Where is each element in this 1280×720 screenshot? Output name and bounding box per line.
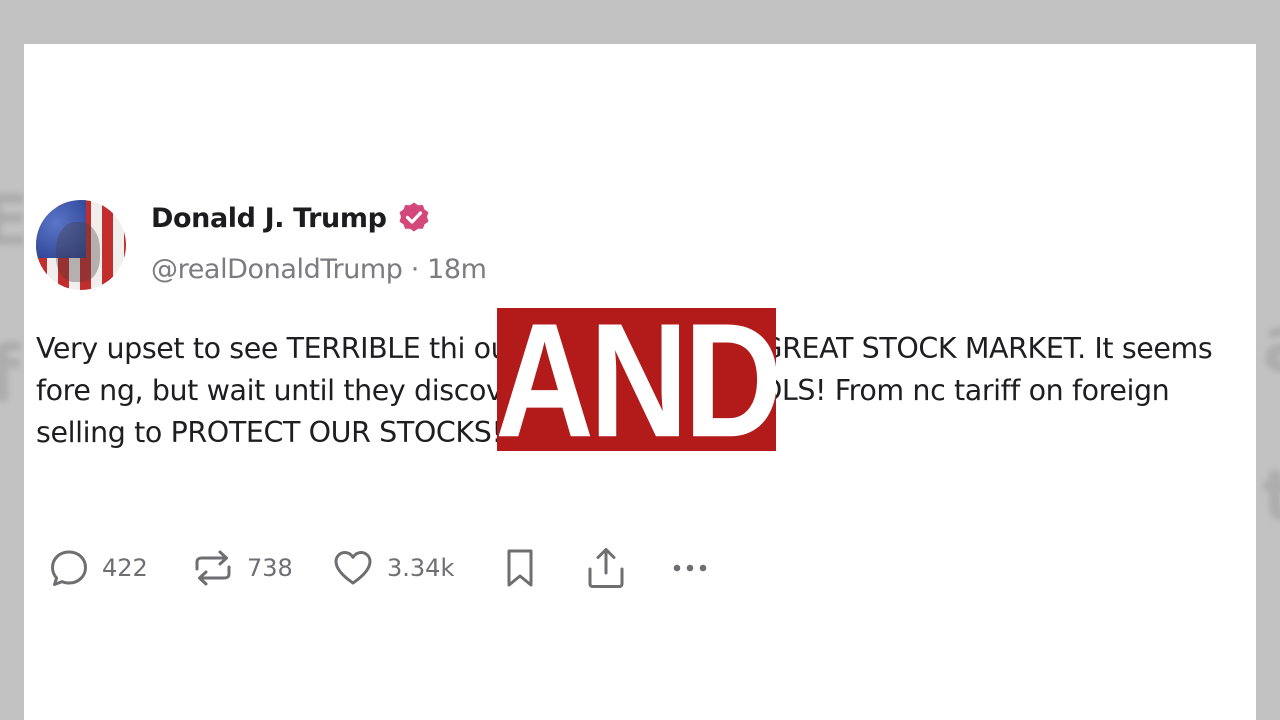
author-row: Donald J. Trump [151,201,431,235]
author-name[interactable]: Donald J. Trump [151,203,387,234]
heart-icon [334,551,372,585]
overlay-word: AND [497,308,776,451]
background-ghost-text: f [0,330,20,420]
overlay-banner: AND [497,308,776,451]
reply-button[interactable]: 422 [48,544,148,592]
verified-badge-icon [399,202,429,232]
avatar[interactable] [36,200,126,290]
bookmark-icon [507,549,533,587]
background-ghost-text: t [1262,455,1280,537]
reply-count: 422 [102,554,148,582]
post-handle-and-time: @realDonaldTrump · 18m [151,254,487,285]
more-icon [673,564,707,572]
reply-icon [51,550,87,586]
retruth-count: 738 [247,554,293,582]
background-ghost-text: a [1262,300,1280,390]
more-options-button[interactable] [668,544,712,592]
share-button[interactable] [584,544,628,592]
retruth-button[interactable]: 738 [191,544,293,592]
share-icon [588,548,624,588]
like-button[interactable]: 3.34k [331,544,454,592]
like-count: 3.34k [387,554,455,582]
avatar-portrait [56,222,100,282]
bookmark-button[interactable] [500,544,540,592]
retruth-icon [195,550,231,586]
